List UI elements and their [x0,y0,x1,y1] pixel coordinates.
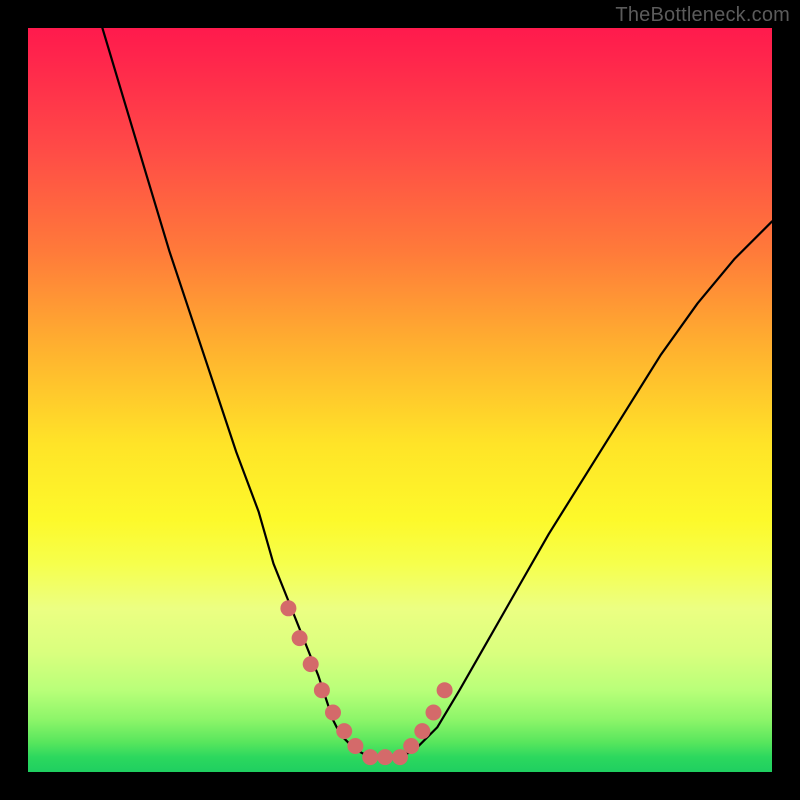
marker-dot [403,738,419,754]
marker-dot [347,738,363,754]
bottleneck-curve [102,28,772,757]
plot-area [28,28,772,772]
marker-dot [292,630,308,646]
marker-dot [314,682,330,698]
marker-dot [280,600,296,616]
outer-frame: TheBottleneck.com [0,0,800,800]
marker-dot [426,705,442,721]
watermark-text: TheBottleneck.com [615,4,790,27]
marker-dot [303,656,319,672]
marker-dot [362,749,378,765]
marker-dot [437,682,453,698]
curve-group [102,28,772,757]
marker-dot [336,723,352,739]
marker-dot [377,749,393,765]
marker-group [280,600,452,765]
marker-dot [325,705,341,721]
marker-dot [414,723,430,739]
chart-svg [28,28,772,772]
